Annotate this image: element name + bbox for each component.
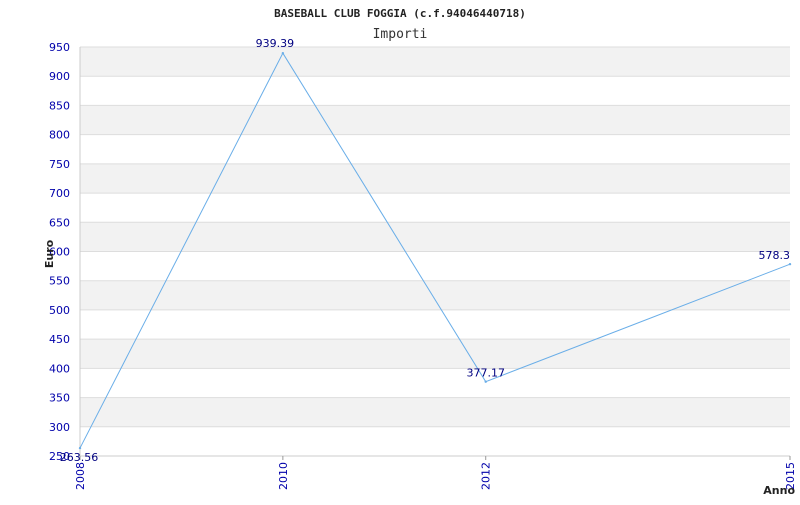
y-tick-300: 300	[49, 421, 70, 434]
x-tick-2012: 2012	[480, 462, 493, 490]
y-tick-700: 700	[49, 187, 70, 200]
band-700-750	[80, 163, 790, 194]
line-chart: BASEBALL CLUB FOGGIA (c.f.94046440718) I…	[43, 7, 797, 497]
chart: BASEBALL CLUB FOGGIA (c.f.94046440718) I…	[0, 0, 800, 500]
y-tick-350: 350	[49, 392, 70, 405]
data-point-2015	[788, 262, 792, 266]
data-point-2008	[78, 446, 82, 450]
y-tick-950: 950	[49, 41, 70, 54]
y-tick-850: 850	[49, 99, 70, 112]
data-point-2012	[484, 380, 487, 383]
band-400-450	[80, 339, 790, 369]
y-tick-400: 400	[49, 362, 70, 375]
y-tick-550: 550	[49, 275, 70, 288]
band-800-850	[80, 105, 790, 135]
chart-title: BASEBALL CLUB FOGGIA (c.f.94046440718)	[274, 7, 526, 20]
band-250-300	[80, 426, 790, 456]
chart-subtitle: Importi	[373, 27, 428, 42]
band-650-700	[80, 193, 790, 223]
y-axis-label: Euro	[43, 239, 56, 268]
x-axis-label: Anno	[763, 484, 795, 497]
band-300-350	[80, 397, 790, 427]
band-850-900	[80, 76, 790, 106]
x-axis-ticks: 2008 2010 2012 2015	[74, 456, 797, 490]
y-tick-900: 900	[49, 70, 70, 83]
y-tick-650: 650	[49, 216, 70, 229]
band-900-950	[80, 47, 790, 77]
band-350-400	[80, 368, 790, 398]
band-450-500	[80, 309, 790, 340]
band-550-600	[80, 251, 790, 281]
x-tick-2008: 2008	[74, 462, 87, 490]
y-tick-800: 800	[49, 129, 70, 142]
data-label-2008: 263.56	[60, 451, 99, 464]
data-label-2015: 578.3	[759, 249, 791, 262]
band-600-650	[80, 222, 790, 252]
y-tick-500: 500	[49, 304, 70, 317]
band-750-800	[80, 134, 790, 164]
x-tick-2010: 2010	[277, 462, 290, 490]
data-point-2010	[281, 51, 285, 55]
data-label-2012: 377.17	[466, 367, 505, 380]
data-label-2010: 939.39	[256, 37, 295, 50]
y-tick-750: 750	[49, 158, 70, 171]
y-tick-450: 450	[49, 333, 70, 346]
